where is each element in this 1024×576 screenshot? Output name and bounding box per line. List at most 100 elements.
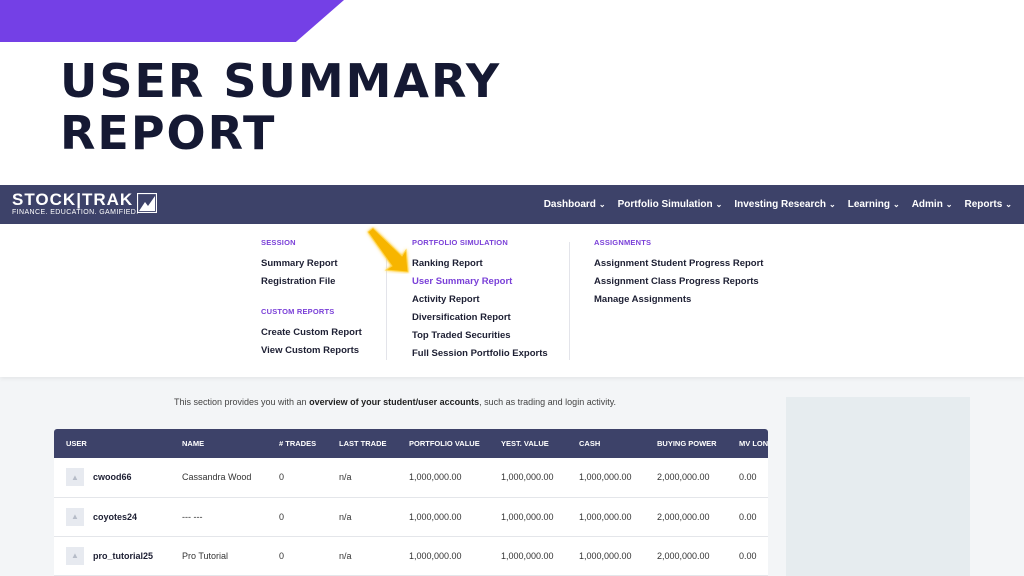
menu-assignment-student-progress-report[interactable]: Assignment Student Progress Report bbox=[594, 255, 763, 273]
cell-buying-power: 2,000,000.00 bbox=[645, 458, 727, 498]
stocktrak-mark-icon bbox=[137, 193, 157, 213]
top-navbar: STOCK|TRAK FINANCE. EDUCATION. GAMIFIED.… bbox=[0, 185, 1024, 224]
cell-trades: 0 bbox=[267, 497, 327, 537]
main-nav: Dashboard ⌄ Portfolio Simulation ⌄ Investi… bbox=[544, 185, 1012, 224]
section-heading-session: SESSION bbox=[261, 238, 296, 247]
assignments-column: ASSIGNMENTS Assignment Student Progress … bbox=[594, 238, 763, 309]
nav-label: Reports bbox=[964, 199, 1003, 210]
portfolio-simulation-column: PORTFOLIO SIMULATION Ranking Report User… bbox=[412, 238, 548, 363]
reports-dropdown-menu: SESSION Summary Report Registration File… bbox=[0, 224, 1024, 377]
table-row: ▲ cwood66 Cassandra Wood 0 n/a 1,000,000.… bbox=[54, 458, 768, 498]
section-heading-custom-reports: CUSTOM REPORTS bbox=[261, 307, 335, 316]
cell-buying-power: 2,000,000.00 bbox=[645, 536, 727, 576]
col-header-mv-long[interactable]: MV LONG bbox=[727, 429, 768, 458]
nav-learning[interactable]: Learning ⌄ bbox=[848, 199, 900, 210]
menu-top-traded-securities[interactable]: Top Traded Securities bbox=[412, 327, 548, 345]
side-panel bbox=[786, 397, 970, 576]
column-divider bbox=[569, 242, 570, 360]
chevron-down-icon: ⌄ bbox=[892, 200, 900, 209]
table-header-row: USER NAME # TRADES LAST TRADE PORTFOLIO … bbox=[54, 429, 768, 458]
col-header-name[interactable]: NAME bbox=[170, 429, 267, 458]
col-header-cash[interactable]: CASH bbox=[567, 429, 645, 458]
avatar-icon: ▲ bbox=[66, 546, 84, 565]
menu-assignment-class-progress-reports[interactable]: Assignment Class Progress Reports bbox=[594, 273, 763, 291]
session-column: SESSION Summary Report Registration File… bbox=[261, 238, 362, 360]
cell-yest-value: 1,000,000.00 bbox=[489, 497, 567, 537]
menu-summary-report[interactable]: Summary Report bbox=[261, 255, 362, 273]
menu-activity-report[interactable]: Activity Report bbox=[412, 291, 548, 309]
cell-user: ▲ pro_tutorial25 bbox=[54, 536, 170, 576]
slide-title: USER SUMMARY REPORT bbox=[60, 54, 502, 160]
col-header-buying-power[interactable]: BUYING POWER bbox=[645, 429, 727, 458]
col-header-portfolio-value[interactable]: PORTFOLIO VALUE bbox=[397, 429, 489, 458]
col-header-yest-value[interactable]: YEST. VALUE bbox=[489, 429, 567, 458]
cell-portfolio-value: 1,000,000.00 bbox=[397, 497, 489, 537]
cell-trades: 0 bbox=[267, 458, 327, 498]
menu-view-custom-reports[interactable]: View Custom Reports bbox=[261, 342, 362, 360]
nav-label: Investing Research bbox=[734, 199, 827, 210]
brand-tagline: FINANCE. EDUCATION. GAMIFIED. bbox=[12, 209, 139, 216]
nav-label: Dashboard bbox=[543, 199, 596, 210]
nav-portfolio-simulation[interactable]: Portfolio Simulation ⌄ bbox=[618, 199, 723, 210]
chevron-down-icon: ⌄ bbox=[598, 200, 606, 209]
intro-prefix: This section provides you with an bbox=[174, 397, 310, 407]
chevron-down-icon: ⌄ bbox=[829, 200, 836, 209]
avatar-icon: ▲ bbox=[66, 507, 84, 526]
menu-registration-file[interactable]: Registration File bbox=[261, 273, 362, 291]
table-row: ▲ coyotes24 --- --- 0 n/a 1,000,000.00 1,… bbox=[54, 497, 768, 537]
nav-label: Learning bbox=[847, 199, 890, 210]
cell-cash: 1,000,000.00 bbox=[567, 536, 645, 576]
nav-label: Admin bbox=[911, 199, 943, 210]
menu-manage-assignments[interactable]: Manage Assignments bbox=[594, 291, 763, 309]
col-header-user[interactable]: USER bbox=[54, 429, 170, 458]
menu-diversification-report[interactable]: Diversification Report bbox=[412, 309, 548, 327]
user-summary-table: USER NAME # TRADES LAST TRADE PORTFOLIO … bbox=[54, 429, 768, 576]
section-heading-assignments: ASSIGNMENTS bbox=[594, 238, 652, 247]
username-link[interactable]: pro_tutorial25 bbox=[93, 551, 153, 561]
cell-last-trade: n/a bbox=[327, 536, 397, 576]
cell-yest-value: 1,000,000.00 bbox=[489, 536, 567, 576]
cell-last-trade: n/a bbox=[327, 458, 397, 498]
cell-cash: 1,000,000.00 bbox=[567, 497, 645, 537]
highlight-arrow-icon bbox=[367, 227, 409, 273]
cell-mv-long: 0.00 bbox=[727, 497, 768, 537]
menu-full-session-portfolio-exports[interactable]: Full Session Portfolio Exports bbox=[412, 345, 548, 363]
nav-investing-research[interactable]: Investing Research ⌄ bbox=[734, 199, 835, 210]
table-row: ▲ pro_tutorial25 Pro Tutorial 0 n/a 1,000… bbox=[54, 536, 768, 576]
cell-user: ▲ coyotes24 bbox=[54, 497, 170, 537]
cell-yest-value: 1,000,000.00 bbox=[489, 458, 567, 498]
nav-label: Portfolio Simulation bbox=[617, 199, 713, 210]
cell-name: Cassandra Wood bbox=[170, 458, 267, 498]
intro-bold: overview of your student/user accounts bbox=[309, 397, 480, 407]
brand-logo[interactable]: STOCK|TRAK FINANCE. EDUCATION. GAMIFIED. bbox=[12, 190, 157, 217]
nav-reports[interactable]: Reports ⌄ bbox=[965, 199, 1013, 210]
nav-dashboard[interactable]: Dashboard ⌄ bbox=[544, 199, 606, 210]
cell-mv-long: 0.00 bbox=[727, 536, 768, 576]
cell-name: Pro Tutorial bbox=[170, 536, 267, 576]
chevron-down-icon: ⌄ bbox=[715, 200, 723, 209]
chevron-down-icon: ⌄ bbox=[945, 200, 953, 209]
slide: USER SUMMARY REPORT STOCK|TRAK FINANCE. … bbox=[0, 0, 1024, 576]
cell-portfolio-value: 1,000,000.00 bbox=[397, 536, 489, 576]
menu-ranking-report[interactable]: Ranking Report bbox=[412, 255, 548, 273]
intro-suffix: , such as trading and login activity. bbox=[479, 397, 617, 407]
cell-trades: 0 bbox=[267, 536, 327, 576]
cell-cash: 1,000,000.00 bbox=[567, 458, 645, 498]
cell-buying-power: 2,000,000.00 bbox=[645, 497, 727, 537]
cell-last-trade: n/a bbox=[327, 497, 397, 537]
brand-name: STOCK|TRAK bbox=[12, 190, 134, 209]
username-link[interactable]: cwood66 bbox=[93, 472, 132, 482]
menu-user-summary-report[interactable]: User Summary Report bbox=[412, 273, 548, 291]
menu-create-custom-report[interactable]: Create Custom Report bbox=[261, 324, 362, 342]
section-heading-portfolio-simulation: PORTFOLIO SIMULATION bbox=[412, 238, 508, 247]
col-header-last-trade[interactable]: LAST TRADE bbox=[327, 429, 397, 458]
intro-text: This section provides you with an overvi… bbox=[174, 397, 616, 407]
cell-user: ▲ cwood66 bbox=[54, 458, 170, 498]
app-screenshot: STOCK|TRAK FINANCE. EDUCATION. GAMIFIED.… bbox=[0, 185, 1024, 576]
username-link[interactable]: coyotes24 bbox=[93, 512, 137, 522]
chevron-down-icon: ⌄ bbox=[1005, 200, 1012, 209]
col-header-trades[interactable]: # TRADES bbox=[267, 429, 327, 458]
accent-bar bbox=[0, 0, 344, 42]
nav-admin[interactable]: Admin ⌄ bbox=[912, 199, 953, 210]
cell-name: --- --- bbox=[170, 497, 267, 537]
